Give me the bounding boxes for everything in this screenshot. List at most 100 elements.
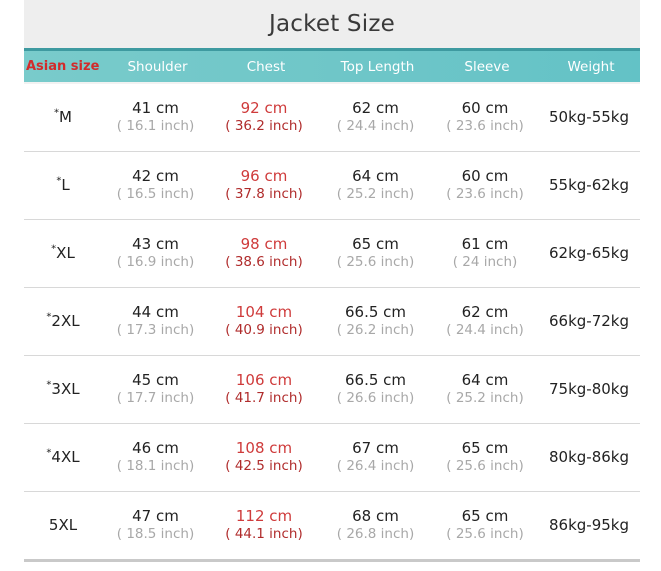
cell-shoulder-cm: 46 cm [102,439,209,458]
cell-weight: 86kg-95kg [538,515,640,535]
cell-asian-size: *4XL [24,447,102,467]
cell-chest: 104 cm( 40.9 inch) [209,303,319,339]
cell-weight: 62kg-65kg [538,243,640,263]
cell-asian-size: *M [24,107,102,127]
cell-top-length-cm: 66.5 cm [319,303,432,322]
table-row: *XL43 cm( 16.9 inch)98 cm( 38.6 inch)65 … [24,220,640,288]
weight-value: 50kg-55kg [549,108,629,126]
size-label: 5XL [49,516,77,534]
cell-shoulder: 46 cm( 18.1 inch) [102,439,209,475]
table-body: *M41 cm( 16.1 inch)92 cm( 36.2 inch)62 c… [24,84,640,562]
cell-chest-inch: ( 38.6 inch) [209,254,319,271]
cell-top-length-cm: 65 cm [319,235,432,254]
cell-top-length: 68 cm( 26.8 inch) [319,507,432,543]
cell-chest-inch: ( 42.5 inch) [209,458,319,475]
cell-asian-size: *2XL [24,311,102,331]
column-header-sleeve: Sleeve [434,59,540,75]
cell-shoulder: 45 cm( 17.7 inch) [102,371,209,407]
cell-sleeve: 65 cm( 25.6 inch) [432,507,538,543]
cell-shoulder: 41 cm( 16.1 inch) [102,99,209,135]
cell-top-length-inch: ( 26.6 inch) [319,390,432,407]
table-row: *2XL44 cm( 17.3 inch)104 cm( 40.9 inch)6… [24,288,640,356]
cell-top-length: 62 cm( 24.4 inch) [319,99,432,135]
cell-chest-inch: ( 36.2 inch) [209,118,319,135]
cell-sleeve-cm: 65 cm [432,507,538,526]
cell-sleeve: 65 cm( 25.6 inch) [432,439,538,475]
size-label: 4XL [51,448,79,466]
weight-value: 86kg-95kg [549,516,629,534]
cell-chest-cm: 96 cm [209,167,319,186]
cell-sleeve-inch: ( 24.4 inch) [432,322,538,339]
cell-top-length-cm: 67 cm [319,439,432,458]
cell-chest: 98 cm( 38.6 inch) [209,235,319,271]
cell-sleeve-inch: ( 23.6 inch) [432,118,538,135]
cell-top-length-cm: 68 cm [319,507,432,526]
cell-shoulder-cm: 43 cm [102,235,209,254]
cell-top-length-inch: ( 25.2 inch) [319,186,432,203]
cell-top-length: 65 cm( 25.6 inch) [319,235,432,271]
size-label: XL [56,244,75,262]
weight-value: 62kg-65kg [549,244,629,262]
size-chart-table: Jacket Size Asian size Shoulder Chest To… [24,0,640,562]
cell-sleeve: 61 cm( 24 inch) [432,235,538,271]
table-row: *4XL46 cm( 18.1 inch)108 cm( 42.5 inch)6… [24,424,640,492]
size-label: 3XL [51,380,79,398]
cell-shoulder: 47 cm( 18.5 inch) [102,507,209,543]
cell-sleeve-cm: 64 cm [432,371,538,390]
cell-top-length-inch: ( 26.8 inch) [319,526,432,543]
cell-sleeve: 64 cm( 25.2 inch) [432,371,538,407]
weight-value: 75kg-80kg [549,380,629,398]
cell-top-length-inch: ( 24.4 inch) [319,118,432,135]
weight-value: 55kg-62kg [549,176,629,194]
cell-top-length-cm: 64 cm [319,167,432,186]
cell-shoulder-cm: 42 cm [102,167,209,186]
cell-top-length: 66.5 cm( 26.2 inch) [319,303,432,339]
cell-shoulder-inch: ( 18.5 inch) [102,526,209,543]
cell-shoulder: 43 cm( 16.9 inch) [102,235,209,271]
cell-shoulder: 44 cm( 17.3 inch) [102,303,209,339]
table-row: 5XL 47 cm( 18.5 inch)112 cm( 44.1 inch)68… [24,492,640,562]
cell-chest-cm: 106 cm [209,371,319,390]
cell-top-length-inch: ( 26.2 inch) [319,322,432,339]
chart-title-band: Jacket Size [24,0,640,48]
cell-weight: 80kg-86kg [538,447,640,467]
cell-shoulder: 42 cm( 16.5 inch) [102,167,209,203]
cell-top-length: 64 cm( 25.2 inch) [319,167,432,203]
cell-chest: 108 cm( 42.5 inch) [209,439,319,475]
cell-shoulder-inch: ( 17.3 inch) [102,322,209,339]
cell-shoulder-inch: ( 16.1 inch) [102,118,209,135]
cell-asian-size: *L [24,175,102,195]
cell-weight: 50kg-55kg [538,107,640,127]
weight-value: 80kg-86kg [549,448,629,466]
cell-top-length-inch: ( 26.4 inch) [319,458,432,475]
cell-chest-cm: 98 cm [209,235,319,254]
cell-chest: 92 cm( 36.2 inch) [209,99,319,135]
cell-sleeve: 60 cm( 23.6 inch) [432,99,538,135]
cell-weight: 55kg-62kg [538,175,640,195]
cell-chest-inch: ( 44.1 inch) [209,526,319,543]
cell-sleeve-cm: 65 cm [432,439,538,458]
cell-shoulder-inch: ( 18.1 inch) [102,458,209,475]
weight-value: 66kg-72kg [549,312,629,330]
column-header-asian-size: Asian size [24,59,104,74]
table-row: *L42 cm( 16.5 inch)96 cm( 37.8 inch)64 c… [24,152,640,220]
cell-chest-inch: ( 40.9 inch) [209,322,319,339]
column-header-top-length: Top Length [321,59,434,75]
column-header-weight: Weight [540,59,642,75]
cell-shoulder-inch: ( 17.7 inch) [102,390,209,407]
cell-sleeve-cm: 62 cm [432,303,538,322]
cell-chest-cm: 112 cm [209,507,319,526]
cell-chest: 96 cm( 37.8 inch) [209,167,319,203]
cell-asian-size: 5XL [24,515,102,535]
cell-chest: 112 cm( 44.1 inch) [209,507,319,543]
cell-top-length: 66.5 cm( 26.6 inch) [319,371,432,407]
cell-sleeve: 62 cm( 24.4 inch) [432,303,538,339]
table-header-row: Asian size Shoulder Chest Top Length Sle… [24,48,640,84]
cell-shoulder-cm: 45 cm [102,371,209,390]
cell-chest-inch: ( 37.8 inch) [209,186,319,203]
cell-shoulder-cm: 44 cm [102,303,209,322]
size-label: 2XL [51,312,79,330]
cell-top-length-cm: 66.5 cm [319,371,432,390]
cell-shoulder-cm: 47 cm [102,507,209,526]
size-label: L [61,176,69,194]
